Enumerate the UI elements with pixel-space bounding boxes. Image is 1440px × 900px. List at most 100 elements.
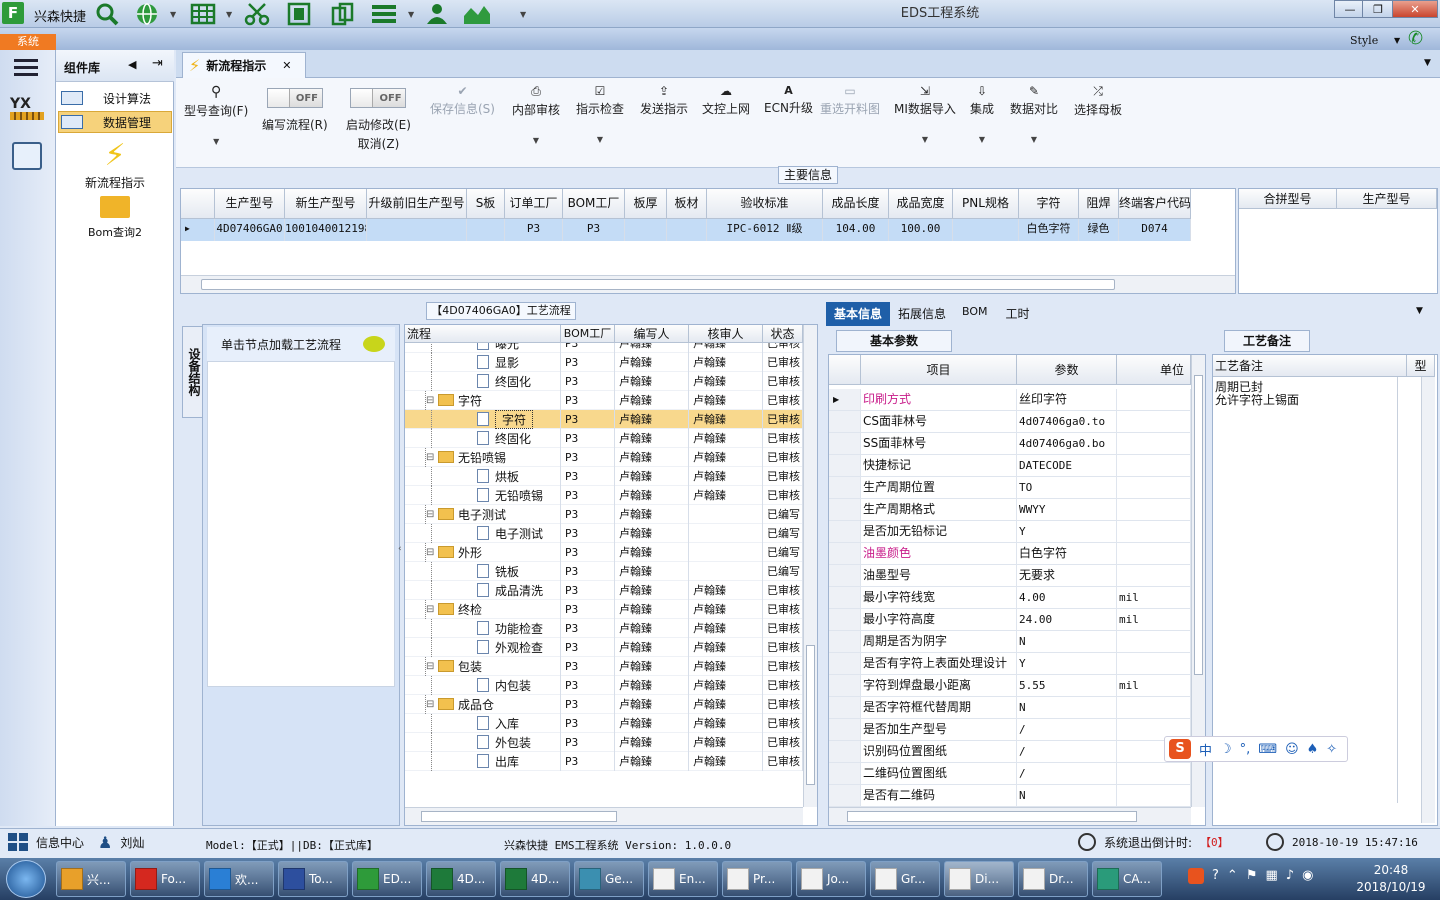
column-header[interactable]: BOM工厂 <box>563 189 625 219</box>
collapse-icon[interactable]: ⊟ <box>426 452 438 463</box>
param-row[interactable]: 快捷标记 DATECODE <box>829 455 1191 477</box>
param-row[interactable]: 最小字符高度 24.00 mil <box>829 609 1191 631</box>
tree-row[interactable]: 成品清洗 P3 卢翰臻 卢翰臻 已审核 <box>405 580 803 600</box>
column-header[interactable]: 生产型号 <box>1337 189 1437 209</box>
pin-icon[interactable]: ⇥ <box>152 56 163 71</box>
column-header[interactable]: 板材 <box>667 189 707 219</box>
tree-row[interactable]: 曝光 P3 卢翰臻 卢翰臻 已审核 <box>405 343 803 353</box>
column-header[interactable]: 核审人 <box>689 325 763 343</box>
tree-row[interactable]: ⊟ 成品仓 P3 卢翰臻 卢翰臻 已审核 <box>405 694 803 714</box>
param-value[interactable]: / <box>1017 763 1117 784</box>
chevron-down-icon[interactable]: ▼ <box>213 137 219 146</box>
taskbar-app[interactable]: Fo... <box>130 861 200 897</box>
taskbar-app[interactable]: Gr... <box>870 861 940 897</box>
param-value[interactable]: TO <box>1017 477 1117 498</box>
horizontal-scrollbar[interactable] <box>829 807 1191 825</box>
param-value[interactable]: 丝印字符 <box>1017 389 1117 410</box>
doc-online-button[interactable]: ☁ 文控上网 <box>702 84 750 117</box>
param-value[interactable]: 24.00 <box>1017 609 1117 630</box>
ime-toolbar[interactable]: S 中 ☽ °, ⌨ ☺ ♠ ✧ <box>1164 736 1348 762</box>
chart-icon[interactable] <box>462 2 492 26</box>
tab-basic-info[interactable]: 基本信息 <box>826 302 891 326</box>
tab-bom[interactable]: BOM <box>954 302 996 326</box>
yx-module-icon[interactable]: YX <box>10 96 44 128</box>
collapse-icon[interactable]: ⊟ <box>426 699 438 710</box>
param-value[interactable]: 白色字符 <box>1017 543 1117 564</box>
toggle-switch[interactable]: OFF <box>350 88 407 108</box>
subtab-basic-params[interactable]: 基本参数 <box>836 330 952 352</box>
param-value[interactable]: WWYY <box>1017 499 1117 520</box>
column-header[interactable]: 工艺备注 <box>1213 355 1407 377</box>
param-value[interactable]: N <box>1017 785 1117 806</box>
nav-item-data-management[interactable]: 数据管理 <box>58 111 172 133</box>
collapse-icon[interactable]: ⊟ <box>426 604 438 615</box>
keyboard-icon[interactable]: ⌨ <box>1258 742 1277 757</box>
info-center[interactable]: 信息中心 <box>8 833 84 851</box>
column-header[interactable]: 流程 <box>405 325 561 343</box>
ime-mode-label[interactable]: 中 <box>1199 740 1212 759</box>
param-value[interactable]: DATECODE <box>1017 455 1117 476</box>
horizontal-scrollbar[interactable] <box>181 275 1235 293</box>
param-row[interactable]: SS面菲林号 4d07406ga0.bo <box>829 433 1191 455</box>
copy-icon[interactable] <box>330 2 356 26</box>
chevron-down-icon[interactable]: ▼ <box>520 10 526 19</box>
tree-row[interactable]: ⊟ 终检 P3 卢翰臻 卢翰臻 已审核 <box>405 599 803 619</box>
search-icon[interactable] <box>94 2 120 26</box>
param-value[interactable]: 4d07406ga0.bo <box>1017 433 1117 454</box>
tree-row[interactable]: 终固化 P3 卢翰臻 卢翰臻 已审核 <box>405 371 803 391</box>
taskbar-app[interactable]: En... <box>648 861 718 897</box>
moon-icon[interactable]: ☽ <box>1220 742 1232 757</box>
tree-row[interactable]: 电子测试 P3 卢翰臻 已编写 <box>405 523 803 543</box>
column-header[interactable]: 编写人 <box>615 325 689 343</box>
punctuation-icon[interactable]: °, <box>1240 742 1251 757</box>
nav-item-design-algorithm[interactable]: 设计算法 <box>58 87 172 109</box>
tree-row[interactable]: 烘板 P3 卢翰臻 卢翰臻 已审核 <box>405 466 803 486</box>
maximize-button[interactable]: ❐ <box>1362 0 1394 18</box>
column-header[interactable]: 成品长度 <box>823 189 889 219</box>
collapse-left-icon[interactable]: ◀ <box>128 58 136 71</box>
integrate-button[interactable]: ⇩ 集成 ▼ <box>970 84 994 144</box>
save-info-button[interactable]: ✔ 保存信息(S) <box>430 84 495 117</box>
close-tab-icon[interactable]: ✕ <box>282 59 291 72</box>
tree-row[interactable]: 外观检查 P3 卢翰臻 卢翰臻 已审核 <box>405 637 803 657</box>
chevron-down-icon[interactable]: ▼ <box>170 10 176 19</box>
param-value[interactable]: / <box>1017 719 1117 740</box>
data-compare-button[interactable]: ✎ 数据对比 ▼ <box>1010 84 1058 144</box>
globe-icon[interactable] <box>134 2 160 26</box>
param-value[interactable]: Y <box>1017 653 1117 674</box>
chevron-down-icon[interactable]: ▼ <box>1424 58 1431 68</box>
param-value[interactable]: 4.00 <box>1017 587 1117 608</box>
param-row[interactable]: ▶ 印刷方式 丝印字符 <box>829 389 1191 411</box>
splitter-arrow-icon[interactable]: ‹ <box>398 544 402 554</box>
column-header[interactable]: 验收标准 <box>707 189 823 219</box>
taskbar-app[interactable]: 兴... <box>56 861 126 897</box>
column-header[interactable]: 合拼型号 <box>1239 189 1337 209</box>
shortcut-bom-query[interactable]: Bom查询2 <box>56 196 174 240</box>
column-header[interactable]: 字符 <box>1019 189 1079 219</box>
tree-row[interactable]: 字符 P3 卢翰臻 卢翰臻 已审核 <box>405 409 803 429</box>
taskbar-app[interactable]: Dr... <box>1018 861 1088 897</box>
taskbar-app[interactable]: Pr... <box>722 861 792 897</box>
close-button[interactable]: ✕ <box>1392 0 1438 18</box>
param-row[interactable]: 是否加无铅标记 Y <box>829 521 1191 543</box>
shirt-icon[interactable]: ♠ <box>1307 742 1319 757</box>
style-label[interactable]: Style <box>1350 34 1378 47</box>
flag-icon[interactable]: ⚑ <box>1246 868 1258 884</box>
row-header-corner[interactable] <box>181 189 215 219</box>
taskbar-app[interactable]: 4D... <box>426 861 496 897</box>
tab-process-remarks[interactable]: 工艺备注 <box>1224 330 1310 352</box>
user-icon[interactable]: ☺ <box>1285 742 1299 757</box>
column-header[interactable]: 升级前旧生产型号 <box>367 189 467 219</box>
ecn-upgrade-button[interactable]: A ECN升级 <box>764 84 813 116</box>
taskbar-clock[interactable]: 20:48 2018/10/19 <box>1346 862 1436 896</box>
system-menu-button[interactable]: 系统 <box>0 34 56 50</box>
scissors-icon[interactable] <box>244 2 270 26</box>
shortcut-new-flow[interactable]: ⚡ 新流程指示 <box>56 138 174 191</box>
column-header[interactable]: 新生产型号 <box>285 189 367 219</box>
user-icon[interactable] <box>424 2 450 26</box>
column-header[interactable]: 成品宽度 <box>889 189 953 219</box>
chevron-down-icon[interactable]: ▼ <box>979 135 985 144</box>
param-row[interactable]: 生产周期位置 TO <box>829 477 1191 499</box>
tree-row[interactable]: ⊟ 字符 P3 卢翰臻 卢翰臻 已审核 <box>405 390 803 410</box>
tree-row[interactable]: 入库 P3 卢翰臻 卢翰臻 已审核 <box>405 713 803 733</box>
